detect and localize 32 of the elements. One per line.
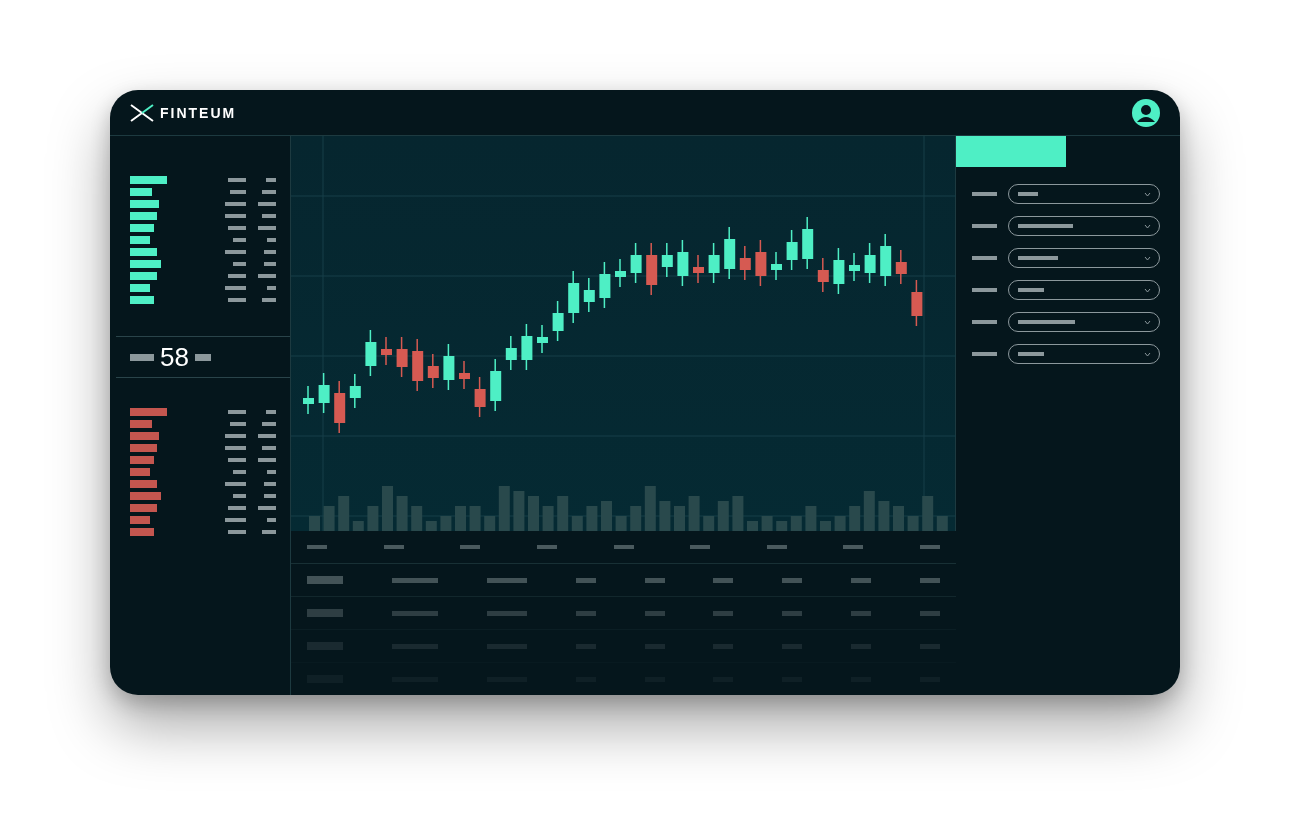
bid-bar (130, 188, 152, 196)
ask-bar (130, 468, 150, 476)
bid-bar (130, 272, 157, 280)
bid-bar (130, 200, 159, 208)
chevron-icon (1144, 223, 1151, 229)
bid-bar (130, 212, 157, 220)
ask-bar (130, 444, 157, 452)
mid-price: 58 (160, 341, 189, 373)
ask-bar (130, 408, 167, 416)
chevron-icon (1144, 191, 1151, 197)
logo-icon (130, 103, 154, 122)
chevron-icon (1144, 287, 1151, 293)
bid-bar (130, 284, 150, 292)
avatar-icon[interactable] (1132, 98, 1160, 127)
bid-bar (130, 296, 154, 304)
bid-bar (130, 248, 157, 256)
ask-bar (130, 480, 157, 488)
brand-name: FINTEUM (160, 104, 237, 121)
chevron-icon (1144, 351, 1151, 357)
ask-bar (130, 528, 154, 536)
ask-bar (130, 456, 154, 464)
bid-bar (130, 224, 154, 232)
chevron-icon (1144, 255, 1151, 261)
ask-bar (130, 504, 157, 512)
ask-bar (130, 420, 152, 428)
ask-bar (130, 492, 161, 500)
bid-bar (130, 260, 161, 268)
chevron-icon (1144, 319, 1151, 325)
bid-bar (130, 236, 150, 244)
ask-bar (130, 516, 150, 524)
ask-bar (130, 432, 159, 440)
bid-bar (130, 176, 167, 184)
